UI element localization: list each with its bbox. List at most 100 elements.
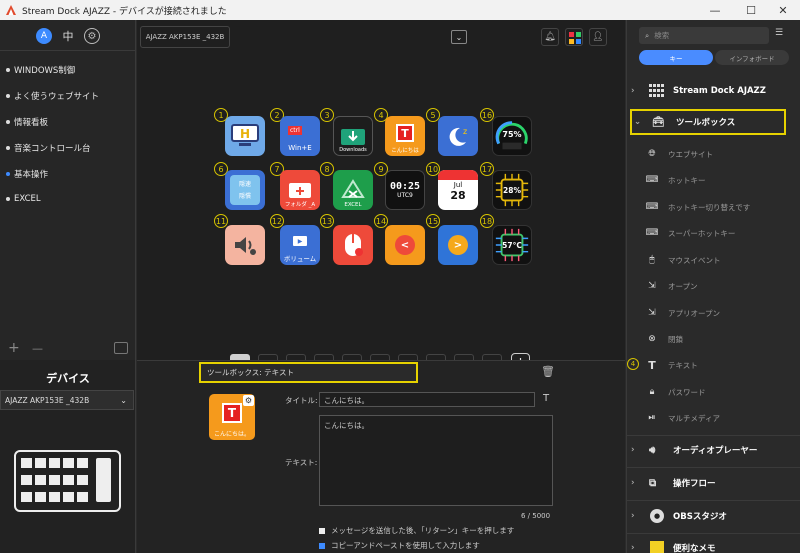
key-1[interactable]: H	[225, 116, 265, 156]
section-label: オーディオプレーヤー	[673, 446, 758, 456]
tool-website[interactable]: 🌐︎ ウエブサイト	[645, 146, 785, 162]
sidebar-item-label: 音楽コントロール台	[14, 144, 91, 154]
key-label: フォルダ _A	[284, 202, 316, 208]
key-5[interactable]: z	[438, 116, 478, 156]
key-badge: 3	[320, 108, 334, 122]
open-file-icon: ⇲	[648, 281, 656, 291]
tool-super-hotkey[interactable]: ⌨ スーパーホットキー	[645, 225, 785, 241]
sidebar-item-info[interactable]: 情報看板	[6, 116, 48, 128]
key-line1: 隠速	[238, 181, 251, 188]
title-input[interactable]: こんにちは。	[319, 392, 535, 407]
section-audio-player[interactable]: › 🔊︎ オーディオプレーヤー	[631, 435, 791, 465]
option-label: メッセージを送信した後、「リターン」キーを押します	[331, 526, 515, 535]
section-toolbox[interactable]: ⌄ 🧰︎ ツールボックス	[630, 109, 786, 135]
trash-icon[interactable]: 🗑︎	[541, 365, 555, 378]
key-17[interactable]: 28%	[492, 170, 532, 210]
key-9[interactable]: 00:25 UTC9	[385, 170, 425, 210]
store-icon[interactable]: A	[36, 28, 52, 44]
tool-label: スーパーホットキー	[668, 228, 736, 238]
search-input[interactable]: ⌕ 検索	[639, 27, 769, 44]
key-3[interactable]: Downloads	[333, 116, 373, 156]
section-obs-studio[interactable]: › ● OBSスタジオ	[631, 501, 791, 531]
tool-multimedia[interactable]: ⏯︎ マルチメディア	[645, 410, 785, 426]
tool-close[interactable]: ⊗ 閉鎖	[645, 331, 785, 347]
checkbox-checked[interactable]	[319, 542, 325, 549]
device-tab[interactable]: AJAZZ AKP153E _432B	[140, 26, 230, 48]
tool-hotkey[interactable]: ⌨ ホットキー	[645, 172, 785, 188]
close-button[interactable]: ✕	[766, 0, 800, 20]
key-18[interactable]: 57°C	[492, 225, 532, 265]
section-action-flow[interactable]: › ⧉ 操作フロー	[631, 468, 791, 498]
tool-label: アプリオープン	[668, 308, 721, 318]
copy-paste-option[interactable]: コピーアンドペーストを使用して入力します	[319, 540, 480, 551]
text-label: テキスト:	[285, 458, 318, 467]
export-icon[interactable]	[114, 342, 128, 354]
device-select[interactable]: AJAZZ AKP153E _432B ⌄	[0, 390, 134, 410]
key-grid-area: AJAZZ AKP153E _432B ⌄ 🔔︎ 👤︎ 1 2 3 4 5 16…	[137, 20, 625, 372]
sidebar-item-websites[interactable]: よく使うウェブサイト	[6, 90, 99, 102]
section-stream-dock[interactable]: › Stream Dock AJAZZ	[631, 76, 791, 106]
section-label: OBSスタジオ	[673, 512, 727, 522]
tool-label: テキスト	[668, 360, 698, 370]
checkbox[interactable]	[319, 527, 325, 534]
tool-label: ホットキー切り替えです	[668, 202, 751, 212]
notification-bell-icon[interactable]: 🔔︎	[541, 28, 559, 46]
key-15[interactable]: >	[438, 225, 478, 265]
sidebar-item-music[interactable]: 音楽コントロール台	[6, 142, 91, 154]
gear-icon[interactable]: ⚙	[243, 395, 254, 406]
add-profile-button[interactable]: +	[8, 340, 20, 356]
action-library: ⌕ 検索 ☰ キー インフォボード › Stream Dock AJAZZ ⌄ 🧰…	[626, 20, 800, 553]
tool-hotkey-switch[interactable]: ⌨ ホットキー切り替えです	[645, 199, 785, 215]
download-folder-icon	[341, 129, 365, 145]
language-icon[interactable]: 中	[60, 28, 76, 44]
key-badge: 8	[320, 162, 334, 176]
tool-mouse-event[interactable]: 🖱︎ マウスイベント	[645, 252, 785, 268]
key-14[interactable]: <	[385, 225, 425, 265]
key-4[interactable]: T こんにちは	[385, 116, 425, 156]
play-icon: ▶	[293, 236, 307, 246]
maximize-button[interactable]: ☐	[734, 0, 768, 20]
key-13[interactable]	[333, 225, 373, 265]
device-select-value: AJAZZ AKP153E _432B	[5, 395, 90, 405]
tool-label: オープン	[668, 281, 698, 291]
tool-app-open[interactable]: ⇲ アプリオープン	[645, 305, 785, 321]
sidebar-item-excel[interactable]: EXCEL	[6, 194, 41, 204]
key-label: Downloads	[339, 147, 367, 153]
title-bar: Stream Dock AJAZZ - デバイスが接続されました — ☐ ✕	[0, 0, 800, 20]
key-16[interactable]: 75%	[492, 116, 532, 156]
sidebar-item-basic[interactable]: 基本操作	[6, 168, 48, 180]
key-preview[interactable]: T こんにちは。 ⚙	[209, 394, 255, 440]
settings-icon[interactable]: ⚙	[84, 28, 100, 44]
chevron-down-icon[interactable]: ⌄	[451, 30, 467, 44]
keyboard-icon: ⌨	[645, 175, 659, 185]
tool-open[interactable]: ⇲ オープン	[645, 278, 785, 294]
plugin-store-icon[interactable]	[565, 28, 583, 46]
text-area[interactable]: こんにちは。	[319, 415, 553, 506]
user-icon[interactable]: 👤︎	[589, 28, 607, 46]
key-6[interactable]: 隠速 隠慣	[225, 170, 265, 210]
sidebar-item-windows[interactable]: WINDOWS制御	[6, 64, 75, 76]
list-view-icon[interactable]: ☰	[775, 28, 783, 38]
globe-icon: 🌐︎	[648, 149, 656, 159]
key-label: こんにちは	[391, 148, 419, 154]
key-label: EXCEL	[344, 202, 362, 208]
minimize-button[interactable]: —	[698, 0, 732, 20]
app-logo-icon	[6, 5, 16, 15]
key-7[interactable]: フォルダ _A	[280, 170, 320, 210]
tab-keys[interactable]: キー	[639, 50, 713, 65]
section-memo[interactable]: › 便利なメモ	[631, 533, 791, 553]
font-format-button[interactable]: T	[543, 393, 549, 404]
key-12[interactable]: ▶ ボリューム	[280, 225, 320, 265]
key-10[interactable]: Jul 28	[438, 170, 478, 210]
tool-password[interactable]: 🔒︎ パスワード	[645, 384, 785, 400]
key-11[interactable]	[225, 225, 265, 265]
key-2[interactable]: ctrl Win+E	[280, 116, 320, 156]
tool-text[interactable]: T テキスト	[645, 357, 785, 373]
tab-infoboard[interactable]: インフォボード	[715, 50, 789, 65]
key-8[interactable]: EXCEL	[333, 170, 373, 210]
sidebar-item-label: よく使うウェブサイト	[14, 92, 100, 102]
key-badge: 18	[480, 214, 494, 228]
return-key-option[interactable]: メッセージを送信した後、「リターン」キーを押します	[319, 525, 514, 536]
character-counter: 6 / 5000	[521, 512, 551, 520]
remove-profile-button[interactable]: —	[32, 342, 43, 355]
